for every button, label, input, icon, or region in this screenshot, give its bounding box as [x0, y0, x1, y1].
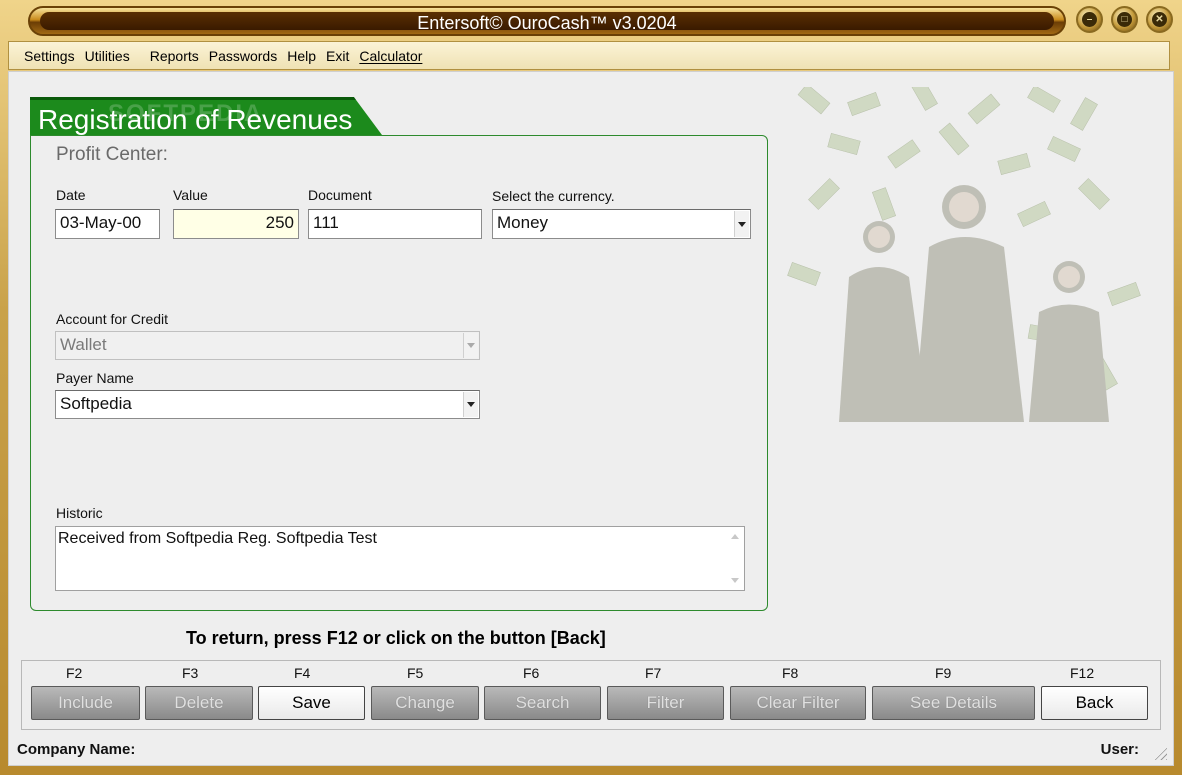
- change-button[interactable]: Change: [371, 686, 479, 720]
- document-field[interactable]: 111: [308, 209, 482, 239]
- scroll-up-icon[interactable]: [731, 534, 739, 539]
- menu-utilities[interactable]: Utilities: [80, 48, 135, 64]
- fkey-label-back: F12: [1070, 665, 1095, 681]
- revenue-form-panel: Profit Center: Date 03-May-00 Value 250 …: [30, 135, 768, 611]
- fkey-label-clear-filter: F8: [782, 665, 799, 681]
- value-label: Value: [173, 187, 208, 203]
- account-label: Account for Credit: [56, 311, 169, 327]
- document-label: Document: [308, 187, 372, 203]
- fkey-label-save: F4: [294, 665, 311, 681]
- fkey-label-see-details: F9: [935, 665, 952, 681]
- scroll-down-icon[interactable]: [731, 578, 739, 583]
- fkey-label-delete: F3: [182, 665, 199, 681]
- form-title: Registration of Revenues: [38, 104, 353, 135]
- currency-value: Money: [497, 213, 549, 232]
- back-button[interactable]: Back: [1041, 686, 1148, 720]
- fkey-label-include: F2: [66, 665, 83, 681]
- value-field[interactable]: 250: [173, 209, 299, 239]
- historic-textarea[interactable]: Received from Softpedia Reg. Softpedia T…: [55, 526, 745, 591]
- menu-bar: Settings Utilities Reports Passwords Hel…: [8, 41, 1170, 70]
- close-icon[interactable]: ✕: [1146, 6, 1173, 33]
- menu-passwords[interactable]: Passwords: [204, 48, 282, 64]
- profit-center-label: Profit Center:: [56, 144, 168, 165]
- function-key-bar: F2 Include F3 Delete F4 Save F5 Change F…: [21, 660, 1161, 730]
- fkey-label-search: F6: [523, 665, 540, 681]
- include-button[interactable]: Include: [31, 686, 140, 720]
- resize-grip-icon[interactable]: [1153, 746, 1167, 760]
- menu-exit[interactable]: Exit: [321, 48, 354, 64]
- fkey-label-filter: F7: [645, 665, 662, 681]
- payer-value: Softpedia: [60, 394, 132, 413]
- menu-help[interactable]: Help: [282, 48, 321, 64]
- fkey-label-change: F5: [407, 665, 424, 681]
- company-name-label: Company Name:: [17, 741, 136, 758]
- clear-filter-button[interactable]: Clear Filter: [730, 686, 866, 720]
- chevron-down-icon: [463, 333, 478, 358]
- minimize-icon[interactable]: –: [1076, 6, 1103, 33]
- see-details-button[interactable]: See Details: [872, 686, 1035, 720]
- textarea-scrollbar[interactable]: [728, 528, 743, 589]
- chevron-down-icon[interactable]: [463, 392, 478, 417]
- user-label: User:: [1100, 741, 1139, 758]
- account-select: Wallet: [55, 331, 480, 360]
- payer-select[interactable]: Softpedia: [55, 390, 480, 419]
- form-header: SOFTPEDIA Registration of Revenues: [30, 97, 382, 135]
- currency-select[interactable]: Money: [492, 209, 751, 239]
- status-bar: Company Name: User:: [9, 738, 1173, 764]
- save-button[interactable]: Save: [258, 686, 365, 720]
- currency-label: Select the currency.: [492, 188, 615, 204]
- window-title: Entersoft© OuroCash™ v3.0204: [417, 13, 677, 33]
- menu-reports[interactable]: Reports: [145, 48, 204, 64]
- date-field[interactable]: 03-May-00: [55, 209, 160, 239]
- account-value: Wallet: [60, 335, 107, 354]
- menu-calculator[interactable]: Calculator: [354, 48, 427, 64]
- client-area: SOFTPEDIA Registration of Revenues Profi…: [8, 71, 1174, 766]
- date-label: Date: [56, 187, 86, 203]
- payer-label: Payer Name: [56, 370, 134, 386]
- restore-icon[interactable]: □: [1111, 6, 1138, 33]
- chevron-down-icon[interactable]: [734, 211, 749, 237]
- title-bar[interactable]: Entersoft© OuroCash™ v3.0204: [28, 6, 1066, 36]
- return-hint: To return, press F12 or click on the but…: [186, 628, 606, 648]
- app-window: Entersoft© OuroCash™ v3.0204 – □ ✕ Setti…: [0, 0, 1182, 775]
- menu-settings[interactable]: Settings: [19, 48, 80, 64]
- historic-label: Historic: [56, 505, 103, 521]
- money-people-image: [787, 87, 1141, 422]
- search-button[interactable]: Search: [484, 686, 601, 720]
- filter-button[interactable]: Filter: [607, 686, 724, 720]
- historic-value: Received from Softpedia Reg. Softpedia T…: [58, 530, 377, 547]
- delete-button[interactable]: Delete: [145, 686, 253, 720]
